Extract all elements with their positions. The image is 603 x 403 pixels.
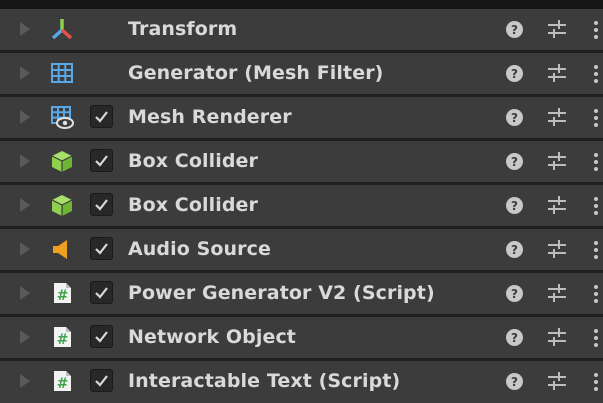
- presets-sliders-icon[interactable]: [547, 239, 567, 259]
- checkmark-icon: [95, 331, 108, 343]
- mesh-renderer-icon: [51, 106, 74, 129]
- svg-text:#: #: [57, 288, 69, 304]
- component-name: Box Collider: [128, 194, 258, 216]
- component-name: Transform: [128, 18, 238, 40]
- component-header-network-object[interactable]: # Network Object ?: [0, 317, 603, 358]
- help-icon[interactable]: ?: [505, 64, 524, 83]
- box-collider-icon: [51, 195, 73, 216]
- component-name: Audio Source: [128, 238, 271, 260]
- presets-sliders-icon[interactable]: [547, 63, 567, 83]
- transform-axes-icon: [51, 19, 73, 40]
- component-header-audio-source[interactable]: Audio Source ?: [0, 229, 603, 270]
- checkmark-icon: [95, 111, 108, 123]
- svg-text:?: ?: [511, 155, 518, 169]
- svg-text:?: ?: [511, 287, 518, 301]
- svg-text:?: ?: [511, 111, 518, 125]
- component-name: Network Object: [128, 326, 296, 348]
- enabled-checkbox[interactable]: [90, 325, 113, 348]
- context-menu-kebab-icon[interactable]: [593, 65, 599, 83]
- help-icon[interactable]: ?: [505, 196, 524, 215]
- component-name: Interactable Text (Script): [128, 370, 401, 392]
- presets-sliders-icon[interactable]: [547, 107, 567, 127]
- context-menu-kebab-icon[interactable]: [593, 373, 599, 391]
- mesh-filter-grid-icon: [51, 63, 73, 83]
- foldout-arrow-icon[interactable]: [20, 110, 30, 124]
- help-icon[interactable]: ?: [505, 152, 524, 171]
- context-menu-kebab-icon[interactable]: [593, 109, 599, 127]
- foldout-arrow-icon[interactable]: [20, 154, 30, 168]
- component-name: Power Generator V2 (Script): [128, 282, 435, 304]
- presets-sliders-icon[interactable]: [547, 371, 567, 391]
- presets-sliders-icon[interactable]: [547, 283, 567, 303]
- component-header-interactable-text-script[interactable]: # Interactable Text (Script) ?: [0, 361, 603, 403]
- inspector-component-list: Transform ? Generator (Mesh Filter) ? Me…: [0, 0, 603, 403]
- audio-source-speaker-icon: [53, 240, 67, 259]
- svg-text:?: ?: [511, 199, 518, 213]
- component-header-mesh-filter[interactable]: Generator (Mesh Filter) ?: [0, 53, 603, 94]
- checkmark-icon: [95, 375, 108, 387]
- checkmark-icon: [95, 199, 108, 211]
- checkmark-icon: [95, 155, 108, 167]
- help-icon[interactable]: ?: [505, 240, 524, 259]
- presets-sliders-icon[interactable]: [547, 195, 567, 215]
- svg-text:#: #: [57, 332, 69, 348]
- checkmark-icon: [95, 287, 108, 299]
- context-menu-kebab-icon[interactable]: [593, 241, 599, 259]
- enabled-checkbox[interactable]: [90, 281, 113, 304]
- enabled-checkbox[interactable]: [90, 237, 113, 260]
- foldout-arrow-icon[interactable]: [20, 374, 30, 388]
- foldout-arrow-icon[interactable]: [20, 286, 30, 300]
- svg-text:?: ?: [511, 243, 518, 257]
- component-name: Mesh Renderer: [128, 106, 292, 128]
- component-header-box-collider[interactable]: Box Collider ?: [0, 141, 603, 182]
- help-icon[interactable]: ?: [505, 328, 524, 347]
- enabled-checkbox[interactable]: [90, 149, 113, 172]
- presets-sliders-icon[interactable]: [547, 151, 567, 171]
- foldout-arrow-icon[interactable]: [20, 198, 30, 212]
- enabled-checkbox[interactable]: [90, 369, 113, 392]
- script-hash-icon: #: [54, 371, 71, 392]
- context-menu-kebab-icon[interactable]: [593, 21, 599, 39]
- context-menu-kebab-icon[interactable]: [593, 329, 599, 347]
- context-menu-kebab-icon[interactable]: [593, 285, 599, 303]
- svg-text:#: #: [57, 376, 69, 392]
- component-name: Box Collider: [128, 150, 258, 172]
- presets-sliders-icon[interactable]: [547, 327, 567, 347]
- checkmark-icon: [95, 243, 108, 255]
- component-name: Generator (Mesh Filter): [128, 62, 384, 84]
- enabled-checkbox[interactable]: [90, 105, 113, 128]
- help-icon[interactable]: ?: [505, 372, 524, 391]
- box-collider-icon: [51, 151, 73, 172]
- svg-text:?: ?: [511, 23, 518, 37]
- script-hash-icon: #: [54, 283, 71, 304]
- svg-text:?: ?: [511, 331, 518, 345]
- svg-text:?: ?: [511, 67, 518, 81]
- foldout-arrow-icon[interactable]: [20, 22, 30, 36]
- foldout-arrow-icon[interactable]: [20, 330, 30, 344]
- enabled-checkbox[interactable]: [90, 193, 113, 216]
- help-icon[interactable]: ?: [505, 108, 524, 127]
- component-header-power-generator-script[interactable]: # Power Generator V2 (Script) ?: [0, 273, 603, 314]
- script-hash-icon: #: [54, 327, 71, 348]
- component-header-box-collider[interactable]: Box Collider ?: [0, 185, 603, 226]
- foldout-arrow-icon[interactable]: [20, 242, 30, 256]
- svg-text:?: ?: [511, 375, 518, 389]
- component-header-mesh-renderer[interactable]: Mesh Renderer ?: [0, 97, 603, 138]
- help-icon[interactable]: ?: [505, 284, 524, 303]
- foldout-arrow-icon[interactable]: [20, 66, 30, 80]
- context-menu-kebab-icon[interactable]: [593, 153, 599, 171]
- component-header-transform[interactable]: Transform ?: [0, 9, 603, 50]
- context-menu-kebab-icon[interactable]: [593, 197, 599, 215]
- presets-sliders-icon[interactable]: [547, 19, 567, 39]
- help-icon[interactable]: ?: [505, 20, 524, 39]
